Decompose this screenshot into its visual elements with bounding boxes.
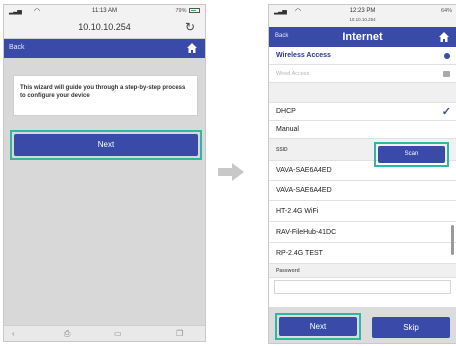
- dhcp-label: DHCP: [276, 108, 296, 115]
- battery-percent: 79%: [175, 8, 187, 14]
- home-icon[interactable]: [186, 42, 198, 54]
- wired-access-label: Wired Access: [276, 71, 310, 77]
- arrow-right-icon: [218, 163, 244, 181]
- battery-indicator: 79%: [175, 8, 200, 14]
- section-gap: [269, 83, 456, 103]
- share-icon[interactable]: ⎙: [64, 329, 70, 339]
- battery-percent: 64%: [440, 8, 452, 14]
- back-nav-icon[interactable]: ‹: [12, 329, 15, 338]
- list-item[interactable]: RAV-FileHub-41DC: [269, 222, 456, 243]
- address-url: 10.10.10.254: [78, 22, 131, 32]
- tabs-icon[interactable]: ❐: [176, 329, 183, 338]
- radio-selected-icon: [444, 53, 450, 59]
- next-button-highlight: Next: [10, 130, 202, 160]
- checkmark-icon: ✓: [441, 106, 451, 118]
- battery-icon: [189, 8, 200, 14]
- list-item[interactable]: RP-2.4G TEST: [269, 243, 456, 264]
- status-bar: ▂▃▅ ◠ 11:13 AM 79%: [4, 5, 205, 17]
- action-bar: Next Skip: [269, 307, 456, 343]
- ssid-list-scrollbar[interactable]: [451, 225, 454, 255]
- wizard-intro-text: This wizard will guide you through a ste…: [13, 75, 198, 116]
- wireless-access-label: Wireless Access: [276, 52, 331, 59]
- wired-access-option[interactable]: Wired Access: [269, 65, 456, 83]
- app-navbar: Back Internet: [269, 27, 456, 47]
- next-button-highlight: Next: [275, 313, 361, 340]
- reload-icon[interactable]: ↻: [185, 20, 195, 34]
- ssid-list: VAVA-SAE6A4ED VAVA-SAE6A4ED HT-2.4G WiFi…: [269, 161, 456, 264]
- folder-icon: [443, 71, 450, 77]
- list-item[interactable]: VAVA-SAE6A4ED: [269, 181, 456, 201]
- password-label: Password: [276, 268, 300, 274]
- manual-label: Manual: [276, 126, 299, 133]
- back-button[interactable]: Back: [9, 44, 25, 51]
- bookmarks-icon[interactable]: ▭: [114, 329, 122, 338]
- app-navbar: Back: [4, 39, 205, 58]
- page-title: Internet: [342, 31, 383, 43]
- list-item[interactable]: VAVA-SAE6A4ED: [269, 161, 456, 181]
- next-button[interactable]: Next: [14, 134, 198, 156]
- browser-toolbar: ‹ ⎙ ▭ ❐: [4, 325, 205, 341]
- list-item[interactable]: HT-2.4G WiFi: [269, 201, 456, 222]
- status-bar: ▂▃▅ ◠ 12:23 PM 10.10.10.254 64%: [269, 5, 456, 27]
- manual-option[interactable]: Manual: [269, 121, 456, 139]
- password-input[interactable]: [274, 280, 451, 294]
- phone-screen-internet: ▂▃▅ ◠ 12:23 PM 10.10.10.254 64% Back Int…: [268, 4, 456, 344]
- dhcp-option[interactable]: DHCP ✓: [269, 103, 456, 121]
- home-icon[interactable]: [438, 31, 450, 43]
- ssid-label: SSID: [276, 147, 288, 153]
- browser-address-bar[interactable]: 10.10.10.254 ↻: [4, 17, 205, 39]
- password-section-label: Password: [269, 264, 456, 278]
- next-button[interactable]: Next: [279, 317, 357, 336]
- phone-screen-welcome: ▂▃▅ ◠ 11:13 AM 79% 10.10.10.254 ↻ Back T…: [3, 4, 206, 342]
- wireless-access-option[interactable]: Wireless Access: [269, 47, 456, 65]
- address-url: 10.10.10.254: [349, 17, 376, 22]
- status-time: 12:23 PM: [349, 8, 376, 14]
- skip-button[interactable]: Skip: [372, 317, 450, 338]
